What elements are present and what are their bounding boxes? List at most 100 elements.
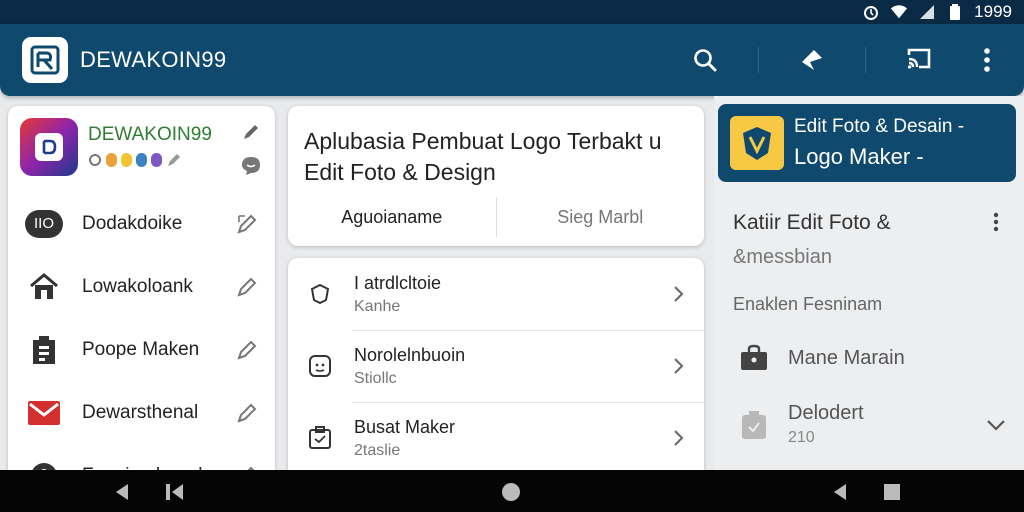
app-logo[interactable] bbox=[22, 37, 68, 83]
list-item-text: Busat Maker 2taslie bbox=[354, 417, 668, 460]
status-bar: 1999 bbox=[0, 0, 1024, 24]
avatar bbox=[20, 118, 78, 176]
left-navigation-card: DEWAKOIN99 IIO Dodakdoike Lowakoloank Po… bbox=[8, 106, 275, 486]
list-item-subtitle: Stiollc bbox=[354, 369, 397, 387]
share-icon bbox=[802, 50, 822, 70]
chevron-right-icon bbox=[668, 356, 688, 376]
nav-back-button[interactable] bbox=[112, 482, 132, 502]
banner-line2: Logo Maker - bbox=[794, 144, 924, 169]
document-icon bbox=[24, 330, 64, 370]
panel-item-label: Mane Marain bbox=[788, 346, 905, 369]
search-button[interactable] bbox=[690, 45, 720, 75]
page-title: Aplubasia Pembuat Logo Terbakt u Edit Fo… bbox=[288, 106, 704, 188]
sidebar-item-label: Dodakdoike bbox=[82, 212, 183, 234]
tab-sieg-marbl[interactable]: Sieg Marbl bbox=[497, 207, 705, 228]
nav-recents-button[interactable] bbox=[882, 482, 902, 502]
edit-icon[interactable] bbox=[233, 273, 261, 301]
banner-text: Edit Foto & Desain - Logo Maker - bbox=[794, 116, 964, 170]
list-item-text: Norolelnbuoin Stiollc bbox=[354, 345, 668, 388]
page-title-line2: Edit Foto & Design bbox=[304, 159, 496, 185]
profile-badges bbox=[88, 152, 239, 168]
app-bar: DEWAKOIN99 bbox=[0, 24, 1024, 96]
back-icon bbox=[834, 484, 846, 500]
app-bar-divider bbox=[758, 47, 759, 73]
right-panel: Edit Foto & Desain - Logo Maker - Katiir… bbox=[714, 96, 1024, 488]
banner-line1: Edit Foto & Desain - bbox=[794, 116, 965, 137]
more-vert-icon bbox=[993, 212, 999, 232]
mail-icon bbox=[24, 393, 64, 433]
panel-title-line1: Katiir Edit Foto & bbox=[733, 211, 891, 234]
nav-rewind-button[interactable] bbox=[164, 482, 184, 502]
signal-icon bbox=[918, 4, 936, 20]
tag-icon bbox=[738, 409, 770, 441]
chat-icon[interactable] bbox=[239, 154, 263, 178]
edit-icon[interactable] bbox=[233, 399, 261, 427]
badge-dot-yellow bbox=[121, 153, 132, 167]
cast-icon bbox=[907, 48, 931, 69]
cast-button[interactable] bbox=[904, 45, 934, 75]
nav-back-button-right[interactable] bbox=[830, 482, 850, 502]
search-icon bbox=[694, 49, 717, 72]
nav-home-button[interactable] bbox=[501, 482, 521, 502]
badge-dot-orange bbox=[106, 153, 117, 167]
face-frame-icon bbox=[306, 352, 334, 380]
shield-icon bbox=[306, 280, 334, 308]
sidebar-item-label: Lowakoloank bbox=[82, 275, 193, 297]
profile-info: DEWAKOIN99 bbox=[88, 118, 239, 168]
sidebar-item-dodakdoike[interactable]: IIO Dodakdoike bbox=[8, 192, 275, 255]
app-title: DEWAKOIN99 bbox=[80, 47, 227, 72]
badge-dot-purple bbox=[151, 153, 162, 167]
badge-icon: IIO bbox=[24, 204, 64, 244]
edit-icon[interactable] bbox=[233, 210, 261, 238]
sidebar-item-poope-maken[interactable]: Poope Maken bbox=[8, 318, 275, 381]
list-item[interactable]: Norolelnbuoin Stiollc bbox=[288, 330, 704, 402]
profile-header[interactable]: DEWAKOIN99 bbox=[8, 106, 275, 192]
avatar-logo-icon bbox=[35, 133, 63, 161]
system-nav-bar bbox=[0, 470, 1024, 512]
main-header-card: Aplubasia Pembuat Logo Terbakt u Edit Fo… bbox=[288, 106, 704, 246]
panel-item-mane-marain[interactable]: Mane Marain bbox=[738, 342, 1008, 374]
sidebar-item-label: Poope Maken bbox=[82, 338, 200, 360]
alarm-icon bbox=[862, 4, 880, 20]
panel-title-line2: &messbian bbox=[733, 246, 832, 268]
list-item[interactable]: I atrdlcltoie Kanhe bbox=[288, 258, 704, 330]
list-item[interactable]: Busat Maker 2taslie bbox=[288, 402, 704, 474]
tab-aguoianame[interactable]: Aguoianame bbox=[288, 207, 496, 228]
more-button[interactable] bbox=[972, 45, 1002, 75]
sidebar-item-dewarsthenal[interactable]: Dewarsthenal bbox=[8, 381, 275, 444]
panel-more-button[interactable] bbox=[986, 210, 1006, 234]
wifi-icon bbox=[890, 4, 908, 20]
chevron-right-icon bbox=[668, 428, 688, 448]
chevron-right-icon bbox=[668, 284, 688, 304]
promo-banner[interactable]: Edit Foto & Desain - Logo Maker - bbox=[718, 104, 1016, 182]
more-vert-icon bbox=[984, 48, 990, 72]
share-button[interactable] bbox=[797, 45, 827, 75]
panel-item-text: Delodert 210 bbox=[788, 402, 864, 447]
app-bar-actions bbox=[690, 45, 1002, 75]
edit-profile-icon[interactable] bbox=[241, 122, 261, 142]
bag-icon bbox=[738, 342, 770, 374]
main-list-card: I atrdlcltoie Kanhe Norolelnbuoin Stioll… bbox=[288, 258, 704, 488]
edit-icon[interactable] bbox=[233, 336, 261, 364]
main-tabs: Aguoianame Sieg Marbl bbox=[288, 188, 704, 246]
section-label: Enaklen Fesninam bbox=[733, 294, 883, 314]
app-bar-divider bbox=[865, 47, 866, 73]
chevron-down-icon[interactable] bbox=[984, 413, 1008, 437]
logo-maker-icon bbox=[730, 116, 784, 170]
home-circle-icon bbox=[502, 483, 520, 501]
list-item-title: Busat Maker bbox=[354, 416, 456, 437]
list-item-text: I atrdlcltoie Kanhe bbox=[354, 273, 668, 316]
link-icon bbox=[89, 154, 101, 166]
profile-name: DEWAKOIN99 bbox=[88, 124, 212, 145]
home-icon bbox=[24, 267, 64, 307]
panel-item-delodert[interactable]: Delodert 210 bbox=[738, 402, 1008, 447]
list-item-subtitle: 2taslie bbox=[354, 441, 401, 459]
clipboard-icon bbox=[306, 424, 334, 452]
list-item-title: I atrdlcltoie bbox=[354, 272, 442, 293]
pen-icon bbox=[168, 154, 180, 166]
sidebar-item-lowakoloank[interactable]: Lowakoloank bbox=[8, 255, 275, 318]
app-logo-icon bbox=[30, 45, 60, 75]
recents-icon bbox=[884, 484, 900, 500]
badge-dot-blue bbox=[136, 153, 147, 167]
sidebar-item-label: Dewarsthenal bbox=[82, 401, 199, 423]
